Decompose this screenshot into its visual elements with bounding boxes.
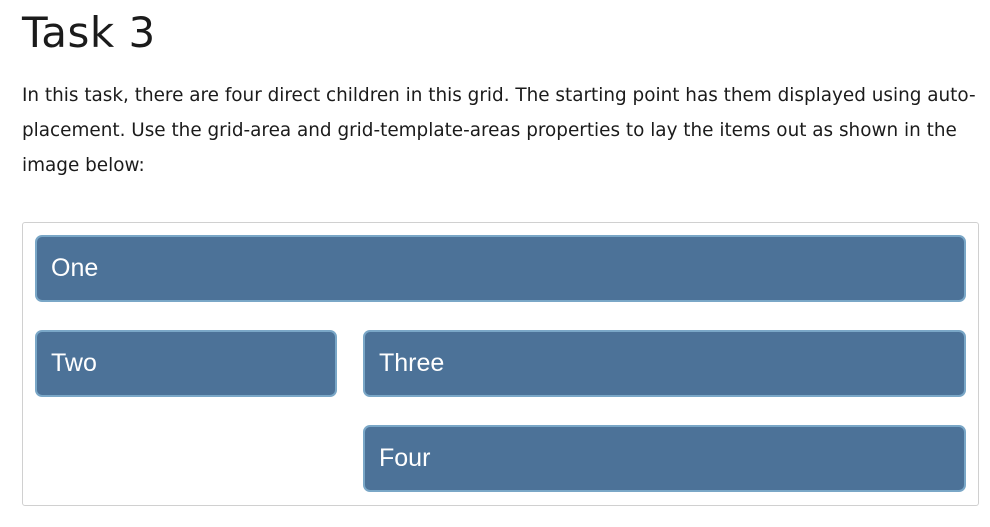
grid-item-three: Three bbox=[363, 330, 966, 397]
grid-item-two: Two bbox=[35, 330, 337, 397]
task-description: In this task, there are four direct chil… bbox=[22, 85, 976, 176]
grid-container: One Two Three Four bbox=[35, 235, 966, 493]
grid-example-frame: One Two Three Four bbox=[22, 222, 979, 506]
grid-item-one: One bbox=[35, 235, 966, 302]
grid-item-four: Four bbox=[363, 425, 966, 492]
page-title: Task 3 bbox=[22, 8, 156, 57]
